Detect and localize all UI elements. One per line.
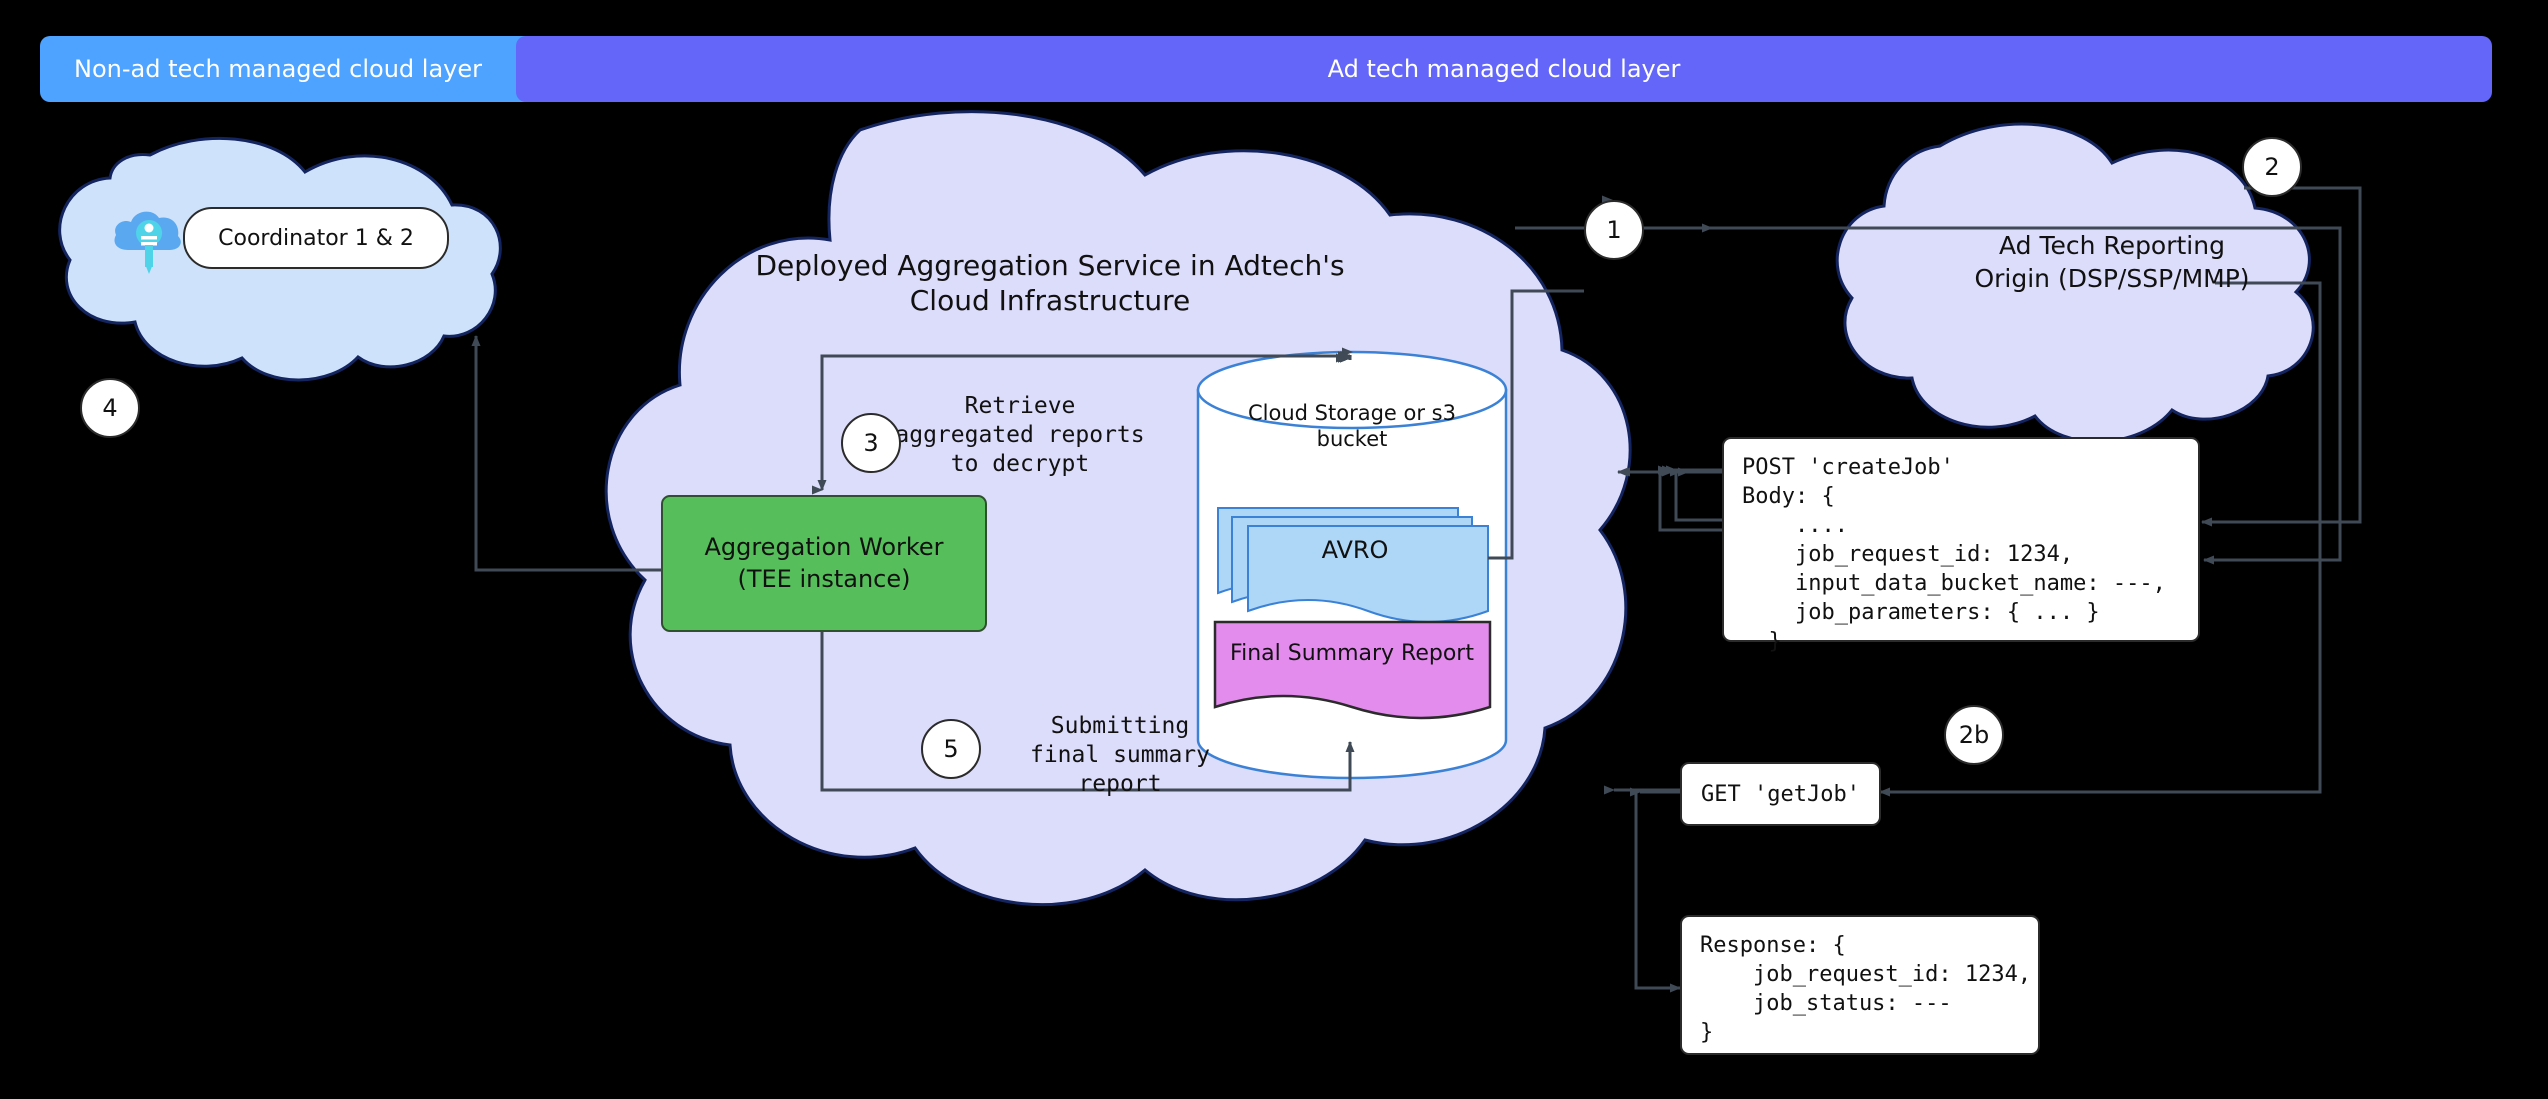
edge-group-createjob-inbound bbox=[1617, 467, 1722, 522]
step-badge-2: 2 bbox=[2242, 137, 2302, 197]
edge-cloud-to-response bbox=[1634, 792, 1681, 993]
avro-document-stack bbox=[1217, 507, 1489, 623]
step3-label-line1: Retrieve bbox=[964, 393, 1076, 419]
step-badge-3: 3 bbox=[841, 413, 901, 473]
origin-label-line1: Ad Tech Reporting bbox=[1999, 231, 2225, 260]
aggregation-worker-node[interactable]: Aggregation Worker (TEE instance) bbox=[661, 495, 987, 632]
code-block-create-job: POST 'createJob' Body: { .... job_reques… bbox=[1722, 437, 2200, 654]
step-badge-5: 5 bbox=[921, 719, 981, 779]
code-block-response: Response: { job_request_id: 1234, job_st… bbox=[1680, 915, 2040, 1055]
diagram-canvas: Non-ad tech managed cloud layer Ad tech … bbox=[0, 0, 2548, 1099]
main-cloud-title: Deployed Aggregation Service in Adtech's… bbox=[700, 248, 1400, 318]
main-cloud-title-line1: Deployed Aggregation Service in Adtech's bbox=[755, 249, 1345, 282]
edge-label-retrieve-reports: Retrieve aggregated reports to decrypt bbox=[890, 392, 1150, 478]
storage-title-line2: bucket bbox=[1316, 427, 1388, 452]
coordinator-node[interactable]: Coordinator 1 & 2 bbox=[183, 207, 449, 269]
step3-label-line3: to decrypt bbox=[950, 450, 1090, 477]
storage-cylinder-title: Cloud Storage or s3 bucket bbox=[1212, 400, 1492, 453]
step-badge-1: 1 bbox=[1584, 200, 1644, 260]
step5-label-line3: report bbox=[1078, 770, 1162, 797]
step3-label-line2: aggregated reports bbox=[895, 421, 1145, 448]
step-badge-4: 4 bbox=[80, 378, 140, 438]
final-summary-report-label: Final Summary Report bbox=[1230, 641, 1474, 666]
worker-label-line2: (TEE instance) bbox=[737, 564, 911, 593]
edge-label-submit-report: Submitting final summary report bbox=[1005, 712, 1235, 798]
main-cloud-title-line2: Cloud Infrastructure bbox=[909, 284, 1191, 317]
worker-label-line1: Aggregation Worker bbox=[704, 533, 944, 562]
origin-cloud-label: Ad Tech Reporting Origin (DSP/SSP/MMP) bbox=[1902, 230, 2322, 295]
avro-label: AVRO bbox=[1321, 536, 1389, 564]
code-block-get-job: GET 'getJob' bbox=[1680, 762, 1881, 826]
step-badge-2b: 2b bbox=[1944, 705, 2004, 765]
step5-label-line1: Submitting bbox=[1050, 713, 1190, 739]
storage-title-line1: Cloud Storage or s3 bbox=[1248, 401, 1456, 425]
origin-label-line2: Origin (DSP/SSP/MMP) bbox=[1974, 263, 2250, 293]
cloud-key-icon bbox=[108, 198, 190, 280]
step5-label-line2: final summary bbox=[1029, 741, 1210, 768]
